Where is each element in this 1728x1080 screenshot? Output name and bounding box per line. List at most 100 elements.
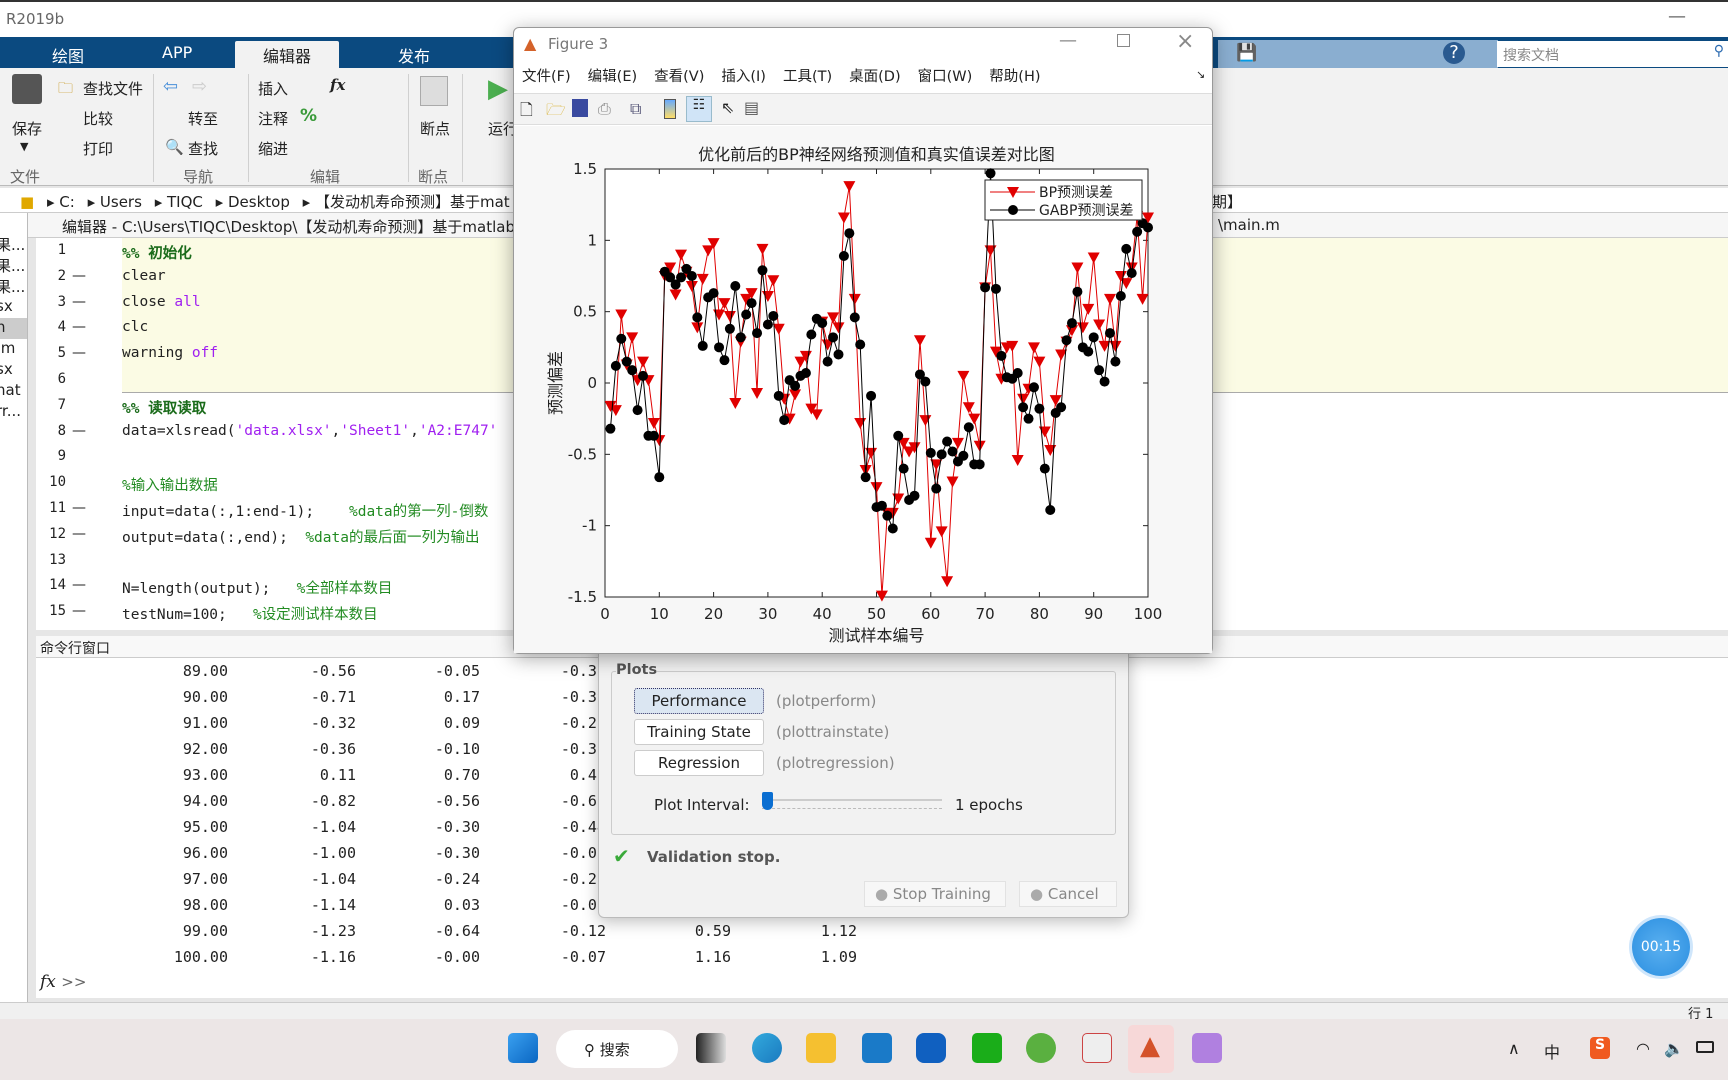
tab-publish[interactable]: 发布: [398, 43, 430, 67]
recording-timer[interactable]: 00:15: [1632, 918, 1690, 976]
run-icon[interactable]: ▶: [488, 74, 508, 104]
help-icon[interactable]: ?: [1443, 42, 1465, 64]
breakpoint-marker[interactable]: —: [72, 345, 86, 361]
dock-icon[interactable]: ↘: [1196, 68, 1205, 81]
pointer-icon[interactable]: ⇖: [721, 98, 734, 117]
edge-icon[interactable]: [752, 1033, 782, 1063]
sogou-icon[interactable]: S: [1590, 1037, 1610, 1059]
link-icon[interactable]: ⧉: [630, 99, 641, 119]
figure-menu-item[interactable]: 插入(I): [721, 69, 766, 85]
file-list-item[interactable]: [0, 213, 27, 234]
performance-button[interactable]: Performance: [634, 688, 764, 714]
file-list-item[interactable]: .m: [0, 339, 27, 360]
close-button[interactable]: ×: [1176, 29, 1194, 54]
wifi-icon[interactable]: ◠: [1636, 1039, 1650, 1058]
training-state-button[interactable]: Training State: [634, 719, 764, 745]
save-icon[interactable]: [12, 74, 42, 104]
save-icon[interactable]: 💾: [1236, 43, 1257, 63]
figure-menu-item[interactable]: 工具(T): [783, 69, 832, 85]
insert-button[interactable]: 插入: [258, 78, 288, 99]
fx-button[interactable]: fx: [330, 76, 345, 94]
mail-icon[interactable]: [862, 1033, 892, 1063]
breakpoint-marker[interactable]: —: [72, 423, 86, 439]
file-list-item[interactable]: 果...: [0, 255, 27, 276]
new-figure-icon[interactable]: 🗋: [520, 99, 533, 126]
path-segment[interactable]: ▸ 【发动机寿命预测】基于mat: [303, 193, 510, 211]
file-list-item[interactable]: sx: [0, 297, 27, 318]
tab-apps[interactable]: APP: [162, 43, 192, 62]
code-line[interactable]: clc: [122, 319, 148, 335]
fx-icon[interactable]: fx: [40, 972, 56, 992]
wechat-icon[interactable]: [972, 1033, 1002, 1063]
app-shield-icon[interactable]: [916, 1033, 946, 1063]
figure-menu-item[interactable]: 文件(F): [522, 69, 571, 85]
back-arrow-icon[interactable]: ⇦: [163, 76, 178, 97]
breakpoint-marker[interactable]: —: [72, 294, 86, 310]
taskbar-search[interactable]: ⚲ 搜索: [556, 1030, 678, 1068]
ime-indicator[interactable]: 中: [1544, 1039, 1560, 1063]
code-line[interactable]: clear: [122, 268, 166, 284]
colorbar-icon[interactable]: [664, 99, 676, 119]
matlab-taskbar-item[interactable]: ▲: [1128, 1025, 1174, 1073]
volume-icon[interactable]: 🔈: [1664, 1039, 1684, 1058]
path-segment[interactable]: ▸ Users: [88, 193, 142, 211]
code-line[interactable]: N=length(output); %全部样本数目: [122, 577, 392, 598]
open-icon[interactable]: 🗁: [546, 99, 566, 126]
breakpoint-marker[interactable]: —: [72, 526, 86, 542]
battery-icon[interactable]: [1696, 1041, 1714, 1053]
tray-chevron-icon[interactable]: ∧: [1508, 1039, 1520, 1058]
regression-button[interactable]: Regression: [634, 750, 764, 776]
code-line[interactable]: %% 初始化: [122, 242, 192, 263]
breakpoint-marker[interactable]: —: [72, 500, 86, 516]
path-segment[interactable]: ▸ C:: [47, 193, 75, 211]
code-line[interactable]: testNum=100; %设定测试样本数目: [122, 603, 378, 624]
code-line[interactable]: warning off: [122, 345, 218, 361]
snipping-tool-icon[interactable]: [1082, 1033, 1112, 1063]
file-list-item[interactable]: 果...: [0, 276, 27, 297]
stop-training-button[interactable]: ● Stop Training: [864, 881, 1006, 907]
task-view-icon[interactable]: [696, 1033, 726, 1063]
breakpoint-marker[interactable]: —: [72, 603, 86, 619]
breakpoint-marker[interactable]: —: [72, 577, 86, 593]
print-icon[interactable]: ⎙: [598, 99, 611, 119]
slider-thumb[interactable]: [762, 792, 773, 810]
breakpoints-button[interactable]: 断点: [420, 118, 450, 139]
search-icon[interactable]: ⚲: [1714, 43, 1724, 59]
find-button[interactable]: 查找: [188, 138, 218, 159]
command-prompt[interactable]: fx >>: [40, 972, 86, 992]
file-list-item[interactable]: sx: [0, 360, 27, 381]
path-segment[interactable]: ▸ TIQC: [155, 193, 203, 211]
legend-icon[interactable]: ☷: [686, 96, 712, 122]
code-line[interactable]: output=data(:,end); %data的最后面一列为输出: [122, 526, 479, 547]
code-line[interactable]: close all: [122, 294, 201, 310]
app-icon[interactable]: [1192, 1033, 1222, 1063]
code-line[interactable]: input=data(:,1:end-1); %data的第一列-倒数: [122, 500, 488, 521]
plot-interval-slider[interactable]: [762, 792, 942, 812]
code-line[interactable]: %输入输出数据: [122, 474, 218, 495]
compare-button[interactable]: 比较: [83, 108, 113, 129]
breakpoint-marker[interactable]: —: [72, 268, 86, 284]
minimize-button[interactable]: —: [1668, 6, 1686, 27]
file-list-item[interactable]: rr...: [0, 402, 27, 423]
minimize-button[interactable]: —: [1059, 30, 1077, 51]
save-figure-icon[interactable]: [572, 99, 588, 117]
figure-menu-item[interactable]: 编辑(E): [588, 69, 637, 85]
save-button[interactable]: 保存: [12, 118, 42, 139]
figure-menu-item[interactable]: 帮助(H): [989, 69, 1040, 85]
forward-arrow-icon[interactable]: ⇨: [192, 76, 207, 97]
tab-plots[interactable]: 绘图: [52, 43, 84, 67]
windows-start-icon[interactable]: [508, 1033, 538, 1063]
maximize-button[interactable]: [1117, 34, 1130, 47]
find-files-button[interactable]: 查找文件: [83, 78, 143, 99]
indent-button[interactable]: 缩进: [258, 138, 288, 159]
property-editor-icon[interactable]: ▤: [744, 98, 759, 117]
code-line[interactable]: data=xlsread('data.xlsx','Sheet1','A2:E7…: [122, 423, 497, 439]
figure-menu-item[interactable]: 窗口(W): [918, 69, 973, 85]
code-line[interactable]: %% 读取读取: [122, 397, 206, 418]
file-list-item[interactable]: n: [0, 318, 27, 339]
comment-percent-icon[interactable]: %: [300, 106, 317, 126]
file-list-item[interactable]: nat: [0, 381, 27, 402]
breakpoints-icon[interactable]: [420, 76, 448, 106]
search-docs-input[interactable]: 搜索文档 ⚲: [1497, 41, 1728, 67]
path-segment[interactable]: ▸ Desktop: [216, 193, 290, 211]
